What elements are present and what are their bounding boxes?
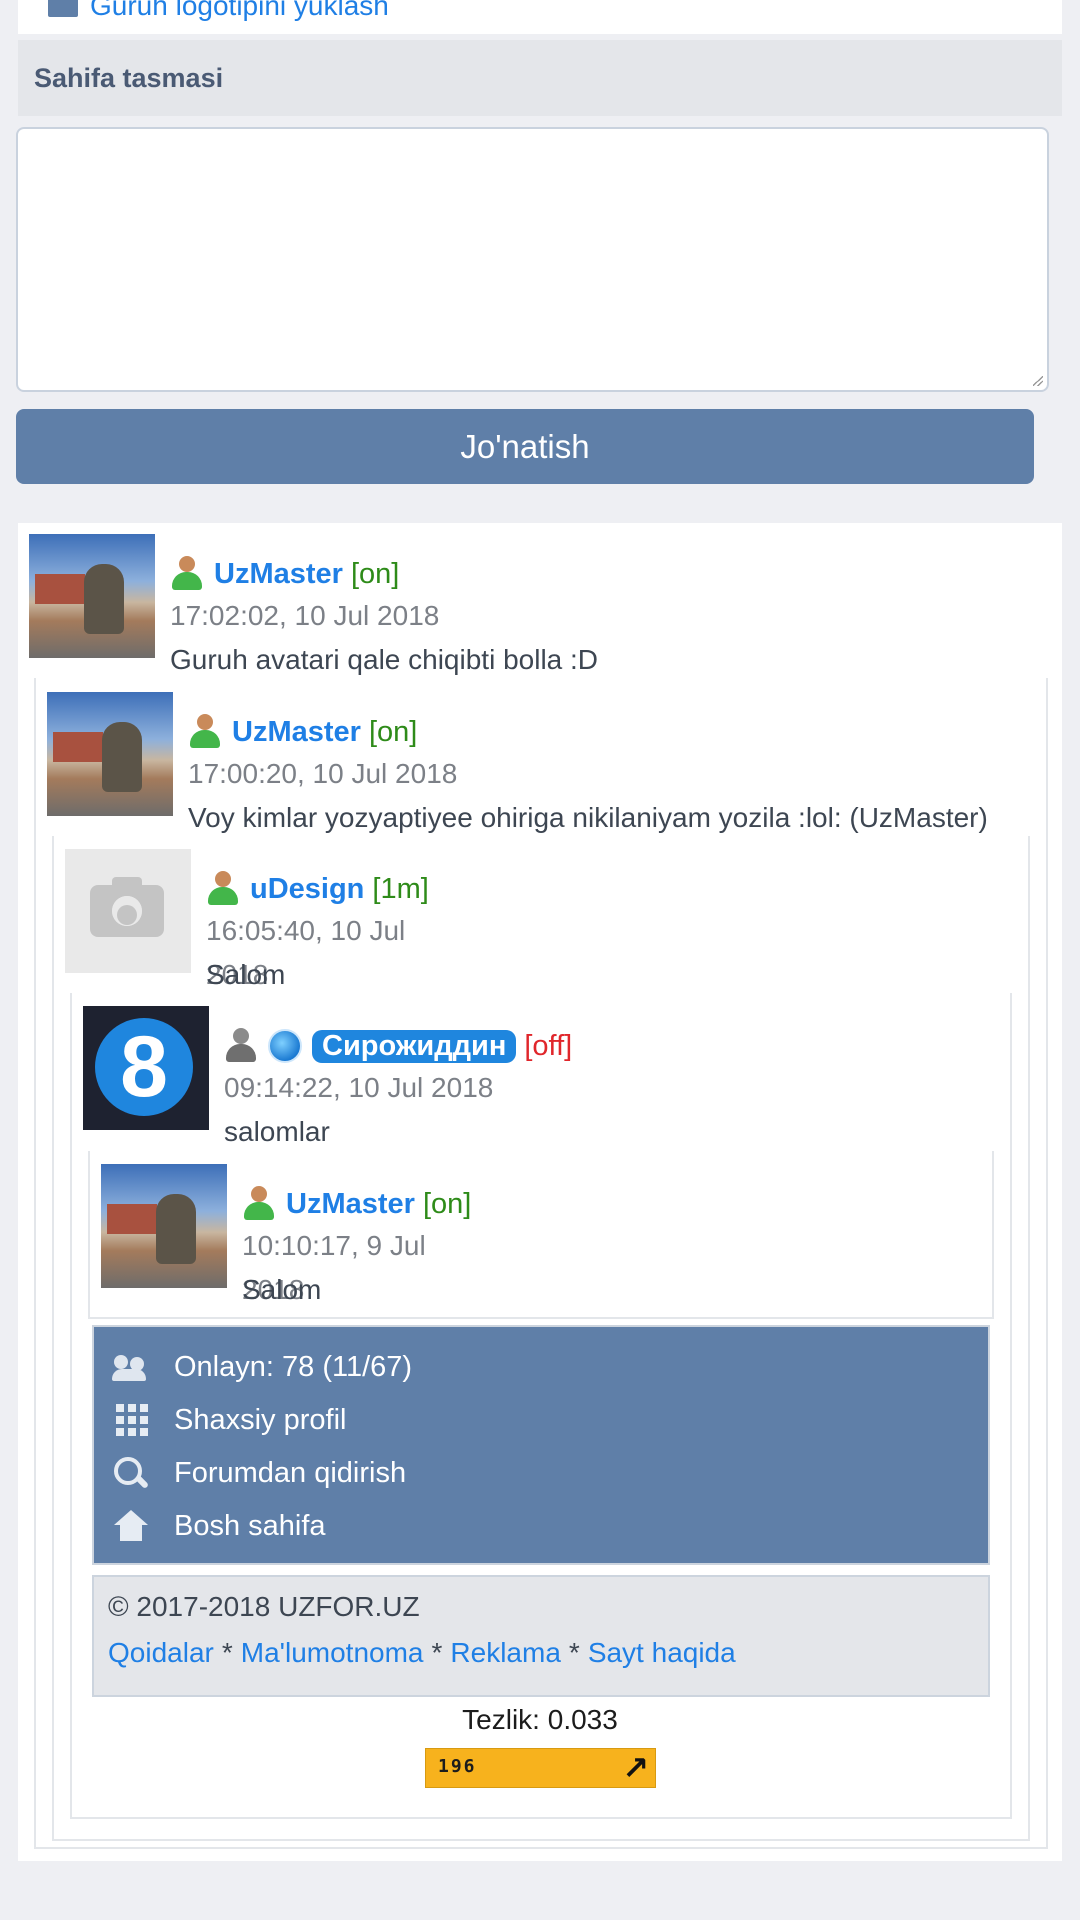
footer-link-rules[interactable]: Qoidalar	[108, 1637, 214, 1668]
menu-item-search[interactable]: Forumdan qidirish	[112, 1447, 406, 1499]
footer: © 2017-2018 UZFOR.UZ Qoidalar * Ma'lumotno…	[92, 1575, 990, 1697]
footer-link-info[interactable]: Ma'lumotnoma	[241, 1637, 424, 1668]
home-icon	[112, 1508, 152, 1544]
avatar-placeholder[interactable]	[65, 849, 191, 973]
comment-text: salomlar	[224, 1116, 330, 1147]
comment-text: Salom	[206, 959, 286, 990]
grid-icon	[112, 1402, 152, 1438]
send-button-label: Jo'natish	[460, 427, 590, 465]
menu-item-label: Bosh sahifa	[174, 1509, 326, 1542]
status-label: [off]	[524, 1029, 573, 1062]
status-label: [on]	[350, 557, 400, 590]
message-textarea[interactable]	[16, 127, 1049, 392]
globe-icon	[268, 1029, 302, 1063]
top-strip: Guruh logotipini yuklash	[18, 0, 1062, 34]
timestamp: 17:00:20, 10 Jul 2018	[188, 758, 458, 789]
user-icon	[188, 714, 222, 750]
separator: *	[431, 1637, 443, 1668]
menu-item-label: Shaxsiy profil	[174, 1403, 347, 1436]
user-offline-icon	[224, 1028, 258, 1064]
footer-link-ads[interactable]: Reklama	[450, 1637, 560, 1668]
comment-text: Guruh avatari qale chiqibti bolla :D	[170, 644, 599, 675]
page-speed: Tezlik: 0.033	[462, 1704, 618, 1735]
avatar[interactable]	[29, 534, 155, 658]
search-icon	[112, 1455, 152, 1491]
section-header: Sahifa tasmasi	[18, 40, 1062, 116]
status-label: [1m]	[372, 872, 429, 905]
username-link[interactable]: uDesign	[250, 873, 364, 906]
menu-item-online[interactable]: Onlayn: 78 (11/67)	[112, 1341, 412, 1393]
comment-text: Voy kimlar yozyaptiyee ohiriga nikilaniy…	[188, 802, 988, 833]
user-icon	[242, 1186, 276, 1222]
menu-item-label: Forumdan qidirish	[174, 1456, 407, 1489]
user-icon	[206, 871, 240, 907]
counter-value: 196	[438, 1756, 477, 1777]
avatar[interactable]: 8	[83, 1006, 209, 1130]
username-link[interactable]: UzMaster	[232, 716, 361, 749]
status-label: [on]	[368, 715, 418, 748]
footer-links: Qoidalar * Ma'lumotnoma * Reklama * Sayt haqid…	[108, 1637, 736, 1669]
copyright: © 2017-2018 UZFOR.UZ	[108, 1591, 420, 1622]
upload-logo-link[interactable]: Guruh logotipini yuklash	[48, 0, 389, 22]
user-icon	[170, 556, 204, 592]
timestamp: 16:05:40, 10 Jul 2018	[206, 915, 406, 990]
timestamp: 09:14:22, 10 Jul 2018	[224, 1072, 494, 1103]
users-icon	[112, 1349, 152, 1385]
status-label: [on]	[422, 1187, 472, 1220]
upload-logo-label[interactable]: Guruh logotipini yuklash	[90, 0, 389, 22]
username-link[interactable]: UzMaster	[214, 558, 343, 591]
timestamp: 10:10:17, 9 Jul 2018	[242, 1230, 426, 1305]
avatar[interactable]	[101, 1164, 227, 1288]
username-link[interactable]: Сирожиддин	[312, 1029, 517, 1063]
username-link[interactable]: UzMaster	[286, 1188, 415, 1221]
comment-text: Salom	[242, 1274, 322, 1305]
menu-item-profile[interactable]: Shaxsiy profil	[112, 1394, 346, 1446]
image-icon	[48, 0, 78, 17]
send-button[interactable]: Jo'natish	[16, 409, 1034, 484]
visitor-counter[interactable]: 196 ↗	[425, 1748, 656, 1788]
section-title: Sahifa tasmasi	[34, 62, 224, 93]
menu-item-label: Onlayn: 78 (11/67)	[174, 1350, 413, 1383]
bottom-menu: Onlayn: 78 (11/67) Shaxsiy profil Forumd…	[92, 1325, 990, 1565]
arrow-up-right-icon: ↗	[622, 1750, 649, 1786]
separator: *	[568, 1637, 580, 1668]
menu-item-home[interactable]: Bosh sahifa	[112, 1500, 326, 1552]
resize-grip-icon[interactable]	[1033, 376, 1043, 386]
footer-link-about[interactable]: Sayt haqida	[588, 1637, 736, 1668]
avatar[interactable]	[47, 692, 173, 816]
timestamp: 17:02:02, 10 Jul 2018	[170, 600, 440, 631]
separator: *	[221, 1637, 233, 1668]
